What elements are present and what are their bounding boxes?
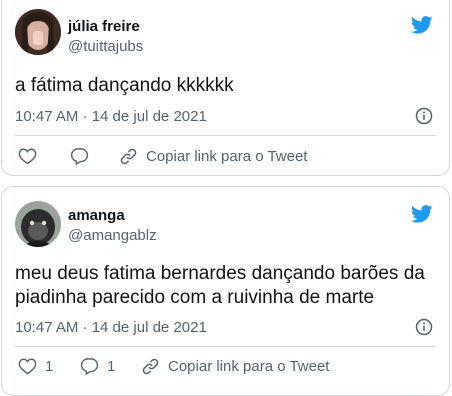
- tweet-timestamp[interactable]: 10:47 AM · 14 de jul de 2021: [15, 319, 207, 336]
- divider: [15, 346, 436, 347]
- twitter-bird-icon[interactable]: [410, 205, 433, 223]
- tweet-actions: 1 1 Copiar link para o Tweet: [15, 357, 436, 381]
- tweet-text-line: meu deus fatima bernardes dançando barõe…: [15, 263, 425, 284]
- tweet-timestamp[interactable]: 10:47 AM · 14 de jul de 2021: [15, 108, 207, 125]
- like-button[interactable]: [18, 147, 45, 165]
- author-handle[interactable]: @amangablz: [68, 227, 157, 244]
- reply-count: 1: [107, 357, 116, 375]
- avatar[interactable]: [15, 201, 61, 247]
- heart-icon: [18, 147, 37, 165]
- reply-button[interactable]: 1: [80, 357, 115, 375]
- tweet-card[interactable]: júlia freire @tuittajubs a fátima dançan…: [1, 0, 450, 176]
- divider: [15, 135, 436, 136]
- copy-link-label: Copiar link para o Tweet: [146, 148, 308, 165]
- link-icon: [141, 357, 160, 376]
- tweet-actions: Copiar link para o Tweet: [15, 147, 436, 171]
- like-button[interactable]: 1: [18, 357, 53, 375]
- twitter-bird-icon[interactable]: [410, 16, 433, 34]
- link-icon: [119, 147, 138, 166]
- info-icon[interactable]: [415, 107, 433, 125]
- author-name[interactable]: júlia freire: [68, 18, 140, 35]
- tweet-text-line: piadinha parecido com a ruivinha de mart…: [15, 287, 375, 308]
- author-name[interactable]: amanga: [68, 207, 125, 224]
- heart-icon: [18, 357, 37, 375]
- info-icon[interactable]: [415, 318, 433, 336]
- copy-link-button[interactable]: Copiar link para o Tweet: [141, 357, 329, 376]
- tweet-text: meu deus fatima bernardes dançando barõe…: [15, 262, 435, 310]
- copy-link-button[interactable]: Copiar link para o Tweet: [119, 147, 307, 166]
- tweet-text: a fátima dançando kkkkkk: [15, 75, 234, 96]
- reply-icon: [70, 147, 89, 165]
- reply-button[interactable]: [70, 147, 97, 165]
- copy-link-label: Copiar link para o Tweet: [168, 358, 330, 375]
- avatar[interactable]: [15, 9, 61, 55]
- tweet-card[interactable]: amanga @amangablz meu deus fatima bernar…: [1, 186, 450, 396]
- author-handle[interactable]: @tuittajubs: [68, 38, 143, 55]
- like-count: 1: [45, 357, 54, 375]
- reply-icon: [80, 357, 99, 375]
